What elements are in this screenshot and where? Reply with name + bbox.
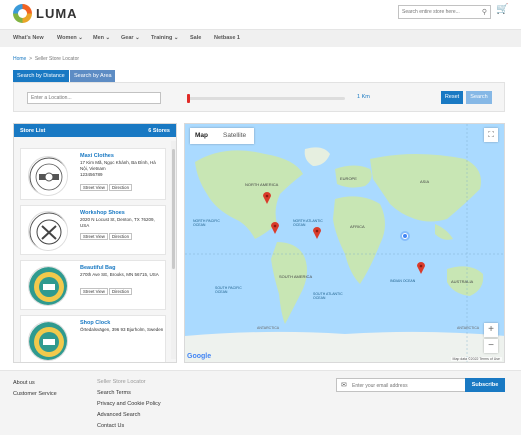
- store-card[interactable]: Shop Clock Örtedalsvägen, 396 93 Bjurhol…: [20, 315, 166, 362]
- store-address: Örtedalsvägen, 396 93 Bjurholm, Sweden: [80, 327, 164, 332]
- nav-women-label: Women: [57, 35, 77, 41]
- ocean-label: NORTH ATLANTIC OCEAN: [293, 219, 323, 227]
- store-search-input[interactable]: [399, 6, 477, 18]
- nav-gear[interactable]: Gear ⌄: [121, 35, 140, 41]
- store-logo: [28, 156, 68, 196]
- store-name[interactable]: Shop Clock: [80, 320, 110, 326]
- store-card[interactable]: Workshop Shoes 2020 N Locust St, Denton,…: [20, 205, 166, 255]
- map-type-control: Map Satellite: [190, 128, 254, 144]
- store-count: 6 Stores: [148, 128, 170, 134]
- ocean-label: NORTH PACIFIC OCEAN: [193, 219, 220, 227]
- main-navigation: What's New Women ⌄ Men ⌄ Gear ⌄ Training…: [0, 29, 521, 47]
- nav-men[interactable]: Men ⌄: [93, 35, 110, 41]
- store-address: 270th Ave SE, Brooks, MN 56715, USA: [80, 272, 159, 277]
- store-phone: 123456789: [80, 172, 103, 177]
- location-input[interactable]: [27, 92, 161, 104]
- google-logo[interactable]: Google: [187, 353, 211, 360]
- nav-training-label: Training: [151, 35, 173, 41]
- breadcrumb-separator: >: [29, 56, 33, 62]
- region-label: AFRICA: [350, 224, 365, 229]
- street-view-button[interactable]: Street View: [80, 184, 108, 191]
- reset-button[interactable]: Reset: [441, 91, 463, 104]
- distance-filter-bar: 1 Km Reset Search: [13, 82, 505, 112]
- store-name[interactable]: Workshop Shoes: [80, 210, 125, 216]
- envelope-icon: ✉: [341, 382, 347, 389]
- current-location-icon: [400, 231, 410, 241]
- store-list-scrollbar[interactable]: [171, 141, 176, 359]
- radius-slider-handle[interactable]: [187, 94, 190, 103]
- store-marker-icon[interactable]: [313, 227, 321, 239]
- region-label: ASIA: [420, 179, 430, 184]
- store-map[interactable]: NORTH AMERICA SOUTH AMERICA EUROPE AFRIC…: [184, 123, 505, 363]
- nav-gear-label: Gear: [121, 35, 134, 41]
- store-marker-icon[interactable]: [417, 262, 425, 274]
- region-label: NORTH AMERICA: [245, 182, 279, 187]
- footer-link[interactable]: About us: [13, 380, 35, 386]
- store-list-header: Store List 6 Stores: [14, 124, 176, 137]
- direction-button[interactable]: Direction: [109, 184, 132, 191]
- store-logo: [28, 266, 68, 306]
- map-type-map[interactable]: Map: [195, 132, 208, 139]
- breadcrumb: Home > Seller Store Locator: [13, 56, 79, 62]
- footer-link[interactable]: Contact Us: [97, 423, 124, 429]
- search-button[interactable]: Search: [466, 91, 492, 104]
- footer-link[interactable]: Search Terms: [97, 390, 131, 396]
- region-label: ANTARCTICA: [457, 326, 480, 330]
- store-address-text: 17 Kim Mã, Ngọc Khánh, Ba Đình, Hà Nội, …: [80, 160, 156, 171]
- region-label: EUROPE: [340, 176, 357, 181]
- logo-text[interactable]: LUMA: [36, 6, 78, 21]
- nav-sale[interactable]: Sale: [190, 35, 201, 41]
- search-icon[interactable]: ⚲: [482, 8, 487, 16]
- region-label: ANTARCTICA: [257, 326, 280, 330]
- region-label: SOUTH AMERICA: [279, 274, 313, 279]
- direction-button[interactable]: Direction: [109, 233, 132, 240]
- store-list-panel: Store List 6 Stores Maxi Clothes 17 Kim …: [13, 123, 177, 363]
- subscribe-button[interactable]: Subscribe: [465, 378, 505, 392]
- store-marker-icon[interactable]: [263, 192, 271, 204]
- store-address: 2020 N Locust St, Denton, TX 76209, USA: [80, 217, 155, 228]
- map-type-satellite[interactable]: Satellite: [223, 132, 246, 139]
- store-card[interactable]: Beautiful Bag 270th Ave SE, Brooks, MN 5…: [20, 260, 166, 310]
- nav-whats-new[interactable]: What's New: [13, 35, 44, 41]
- store-card[interactable]: Maxi Clothes 17 Kim Mã, Ngọc Khánh, Ba Đ…: [20, 148, 166, 200]
- nav-training[interactable]: Training ⌄: [151, 35, 179, 41]
- footer-link[interactable]: Privacy and Cookie Policy: [97, 401, 161, 407]
- direction-button[interactable]: Direction: [109, 288, 132, 295]
- nav-women[interactable]: Women ⌄: [57, 35, 83, 41]
- zoom-in-button[interactable]: +: [484, 323, 498, 337]
- scrollbar-thumb[interactable]: [172, 149, 175, 269]
- tab-search-by-distance[interactable]: Search by Distance: [13, 70, 69, 82]
- store-address: 17 Kim Mã, Ngọc Khánh, Ba Đình, Hà Nội, …: [80, 160, 164, 178]
- ocean-label: INDIAN OCEAN: [390, 279, 416, 283]
- map-attribution[interactable]: Map data ©2022 Terms of Use: [450, 357, 502, 361]
- fullscreen-icon[interactable]: ⛶: [484, 128, 498, 142]
- cart-icon[interactable]: 🛒: [496, 4, 508, 15]
- store-search: ⚲: [398, 5, 491, 19]
- radius-value: 1 Km: [357, 94, 370, 100]
- store-logo: [28, 211, 68, 251]
- tab-search-by-area[interactable]: Search by Area: [70, 70, 115, 82]
- zoom-out-button[interactable]: −: [484, 339, 498, 353]
- store-list-title: Store List: [20, 128, 46, 134]
- page-footer: About us Customer Service Seller Store L…: [0, 370, 521, 435]
- page-header: LUMA ⚲ 🛒: [0, 0, 521, 27]
- region-label: AUSTRALIA: [451, 279, 474, 284]
- ocean-label: SOUTH PACIFIC OCEAN: [215, 286, 242, 294]
- radius-slider[interactable]: [187, 94, 345, 103]
- nav-men-label: Men: [93, 35, 104, 41]
- store-name[interactable]: Maxi Clothes: [80, 153, 114, 159]
- footer-link[interactable]: Customer Service: [13, 391, 57, 397]
- breadcrumb-current: Seller Store Locator: [34, 56, 80, 62]
- store-marker-icon[interactable]: [271, 222, 279, 234]
- ocean-label: SOUTH ATLANTIC OCEAN: [313, 292, 343, 300]
- luma-logo-icon[interactable]: [13, 4, 32, 23]
- footer-link-current: Seller Store Locator: [97, 379, 146, 385]
- store-name[interactable]: Beautiful Bag: [80, 265, 115, 271]
- footer-link[interactable]: Advanced Search: [97, 412, 140, 418]
- street-view-button[interactable]: Street View: [80, 233, 108, 240]
- nav-netbase[interactable]: Netbase 1: [214, 35, 240, 41]
- breadcrumb-home[interactable]: Home: [13, 56, 26, 62]
- store-logo: [28, 321, 68, 361]
- street-view-button[interactable]: Street View: [80, 288, 108, 295]
